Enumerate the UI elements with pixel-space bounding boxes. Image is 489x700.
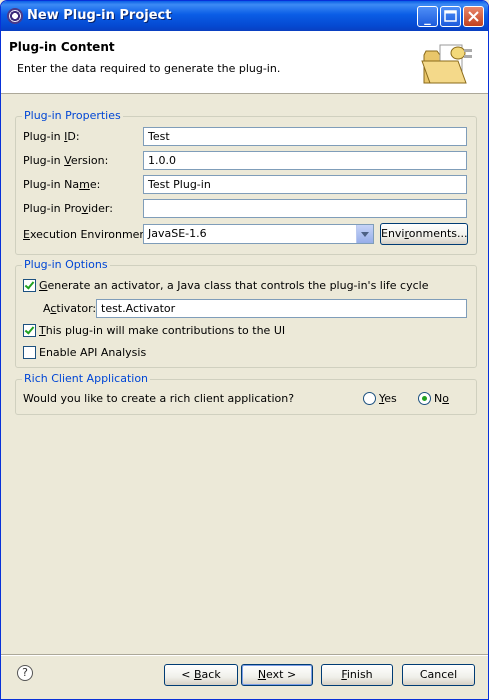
maximize-icon bbox=[441, 7, 460, 26]
page-title: Plug-in Content bbox=[9, 40, 115, 54]
maximize-button[interactable] bbox=[440, 6, 461, 27]
plugin-id-label: Plug-in ID: bbox=[23, 130, 80, 143]
plugin-properties-legend: Plug-in Properties bbox=[22, 109, 123, 122]
close-button[interactable] bbox=[463, 6, 484, 27]
ui-contributions-label: This plug-in will make contributions to … bbox=[39, 324, 286, 337]
execution-environment-label: Execution Environment: bbox=[23, 228, 155, 241]
chevron-down-icon[interactable] bbox=[356, 225, 373, 243]
back-button[interactable]: < Back bbox=[164, 664, 238, 686]
plugin-id-field[interactable]: Test bbox=[143, 127, 467, 146]
plugin-name-field[interactable]: Test Plug-in bbox=[143, 175, 467, 194]
next-button[interactable]: Next > bbox=[241, 664, 313, 686]
footer-separator bbox=[1, 654, 488, 656]
folder-plugin-icon bbox=[421, 44, 472, 84]
plugin-name-label: Plug-in Name: bbox=[23, 178, 101, 191]
plugin-properties-group: Plug-in Properties Plug-in ID: Test Plug… bbox=[15, 109, 477, 255]
finish-button[interactable]: Finish bbox=[321, 664, 393, 686]
wizard-window: New Plug-in Project _ Plug-in Content En… bbox=[0, 0, 489, 700]
help-icon[interactable]: ? bbox=[17, 665, 33, 681]
generate-activator-checkbox[interactable] bbox=[23, 279, 36, 292]
minimize-icon: _ bbox=[424, 11, 431, 26]
wizard-body: Plug-in Properties Plug-in ID: Test Plug… bbox=[1, 94, 488, 654]
rich-client-group: Rich Client Application Would you like t… bbox=[15, 372, 477, 415]
close-icon bbox=[464, 7, 483, 26]
rich-client-yes-radio[interactable] bbox=[363, 392, 376, 405]
wizard-header: Plug-in Content Enter the data required … bbox=[1, 31, 488, 94]
title-bar[interactable]: New Plug-in Project _ bbox=[1, 1, 488, 31]
rich-client-question: Would you like to create a rich client a… bbox=[23, 392, 295, 405]
plugin-provider-field[interactable] bbox=[143, 199, 467, 218]
ui-contributions-checkbox[interactable] bbox=[23, 324, 36, 337]
plugin-version-label: Plug-in Version: bbox=[23, 154, 109, 167]
rich-client-no-label: No bbox=[434, 392, 449, 405]
rich-client-no-radio[interactable] bbox=[418, 392, 431, 405]
window-title: New Plug-in Project bbox=[27, 8, 172, 23]
eclipse-icon bbox=[7, 8, 23, 24]
minimize-button[interactable]: _ bbox=[417, 6, 438, 27]
plugin-options-legend: Plug-in Options bbox=[22, 258, 110, 271]
api-analysis-label: Enable API Analysis bbox=[39, 346, 147, 359]
api-analysis-checkbox[interactable] bbox=[23, 346, 36, 359]
plugin-provider-label: Plug-in Provider: bbox=[23, 202, 113, 215]
activator-label: Activator: bbox=[43, 302, 97, 315]
execution-environment-combo[interactable]: JavaSE-1.6 bbox=[143, 224, 374, 244]
generate-activator-label: Generate an activator, a Java class that… bbox=[39, 279, 429, 292]
activator-field[interactable]: test.Activator bbox=[96, 299, 467, 318]
cancel-button[interactable]: Cancel bbox=[402, 664, 475, 686]
plugin-options-group: Plug-in Options Generate an activator, a… bbox=[15, 258, 477, 368]
plugin-version-field[interactable]: 1.0.0 bbox=[143, 151, 467, 170]
page-description: Enter the data required to generate the … bbox=[17, 62, 281, 75]
environments-button[interactable]: Environments... bbox=[380, 223, 468, 245]
rich-client-yes-label: Yes bbox=[379, 392, 397, 405]
rich-client-legend: Rich Client Application bbox=[22, 372, 151, 385]
